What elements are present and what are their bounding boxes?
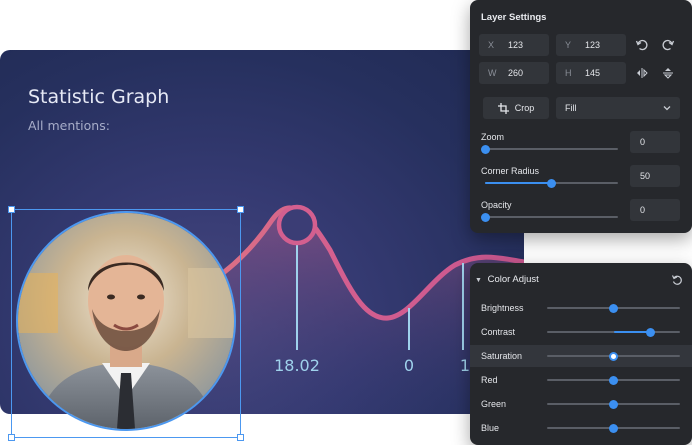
slider-fill	[485, 182, 552, 184]
chevron-down-icon	[663, 106, 671, 111]
statistic-title: Statistic Graph	[28, 86, 170, 108]
opacity-label: Opacity	[481, 200, 512, 210]
slider-thumb[interactable]	[609, 351, 618, 361]
color-adjust-row: Green	[470, 393, 692, 415]
opacity-slider[interactable]	[480, 212, 618, 222]
slider-thumb[interactable]	[609, 423, 618, 433]
x-position-field[interactable]: X 123	[479, 34, 549, 56]
color-adjust-header[interactable]: ▼ Color Adjust	[475, 274, 539, 285]
slider-thumb[interactable]	[480, 144, 490, 154]
crop-icon	[497, 102, 509, 114]
slider-thumb[interactable]	[609, 303, 618, 313]
layer-settings-panel: Layer Settings X 123 Y 123 W 260 H 145 C…	[470, 0, 692, 233]
field-label: Y	[565, 40, 572, 50]
resize-handle-bottom-right[interactable]	[237, 434, 244, 441]
slider-thumb[interactable]	[547, 178, 556, 188]
resize-handle-top-left[interactable]	[8, 206, 15, 213]
resize-handle-top-right[interactable]	[237, 206, 244, 213]
field-value: 145	[585, 68, 601, 78]
color-adjust-row: Red	[470, 369, 692, 391]
select-value: Fill	[565, 103, 577, 113]
fit-mode-select[interactable]: Fill	[556, 97, 680, 119]
panel-title: Color Adjust	[487, 274, 539, 285]
flip-horizontal-icon[interactable]	[631, 62, 653, 84]
corner-radius-slider[interactable]	[485, 178, 618, 188]
field-label: W	[488, 68, 497, 78]
zoom-value-field[interactable]: 0	[630, 131, 680, 153]
field-value: 123	[585, 40, 601, 50]
width-field[interactable]: W 260	[479, 62, 549, 84]
crop-button[interactable]: Crop	[483, 97, 549, 119]
slider-label: Brightness	[481, 303, 524, 313]
selection-box[interactable]	[8, 206, 244, 441]
zoom-slider[interactable]	[480, 144, 618, 154]
rotate-left-icon[interactable]	[631, 34, 653, 56]
corner-radius-value-field[interactable]: 50	[630, 165, 680, 187]
slider-thumb[interactable]	[609, 399, 618, 409]
caret-down-icon: ▼	[475, 277, 482, 284]
color-adjust-row: Saturation	[470, 345, 692, 367]
graph-peak-marker	[276, 204, 318, 246]
field-label: H	[565, 68, 572, 78]
slider-label: Contrast	[481, 327, 516, 337]
saturation-slider[interactable]	[547, 351, 680, 361]
contrast-slider[interactable]	[547, 327, 680, 337]
field-value: 0	[640, 205, 646, 215]
crop-label: Crop	[514, 103, 535, 113]
green-slider[interactable]	[547, 399, 680, 409]
color-adjust-row: Brightness	[470, 297, 692, 319]
color-adjust-row: Blue	[470, 417, 692, 439]
slider-thumb[interactable]	[480, 212, 490, 222]
slider-thumb[interactable]	[609, 375, 618, 385]
resize-handle-bottom-left[interactable]	[8, 434, 15, 441]
field-value: 0	[640, 137, 646, 147]
field-value: 260	[508, 68, 524, 78]
zoom-label: Zoom	[481, 132, 505, 142]
field-value: 50	[640, 171, 651, 181]
slider-thumb[interactable]	[646, 327, 656, 337]
graph-value-label: 18.02	[274, 356, 320, 375]
flip-vertical-icon[interactable]	[657, 62, 679, 84]
corner-radius-label: Corner Radius	[481, 166, 540, 176]
field-label: X	[488, 40, 495, 50]
y-position-field[interactable]: Y 123	[556, 34, 626, 56]
red-slider[interactable]	[547, 375, 680, 385]
slider-label: Saturation	[481, 351, 523, 361]
slider-label: Green	[481, 399, 507, 409]
rotate-right-icon[interactable]	[657, 34, 679, 56]
field-value: 123	[508, 40, 524, 50]
brightness-slider[interactable]	[547, 303, 680, 313]
height-field[interactable]: H 145	[556, 62, 626, 84]
panel-title: Layer Settings	[481, 12, 547, 23]
slider-label: Red	[481, 375, 498, 385]
color-adjust-row: Contrast	[470, 321, 692, 343]
reset-icon[interactable]	[666, 269, 688, 291]
opacity-value-field[interactable]: 0	[630, 199, 680, 221]
slider-label: Blue	[481, 423, 500, 433]
slider-fill	[613, 331, 651, 333]
color-adjust-panel: ▼ Color Adjust Brightness Contrast Saturat…	[470, 263, 692, 445]
graph-value-label: 0	[403, 356, 415, 375]
blue-slider[interactable]	[547, 423, 680, 433]
statistic-subtitle: All mentions:	[28, 118, 110, 133]
